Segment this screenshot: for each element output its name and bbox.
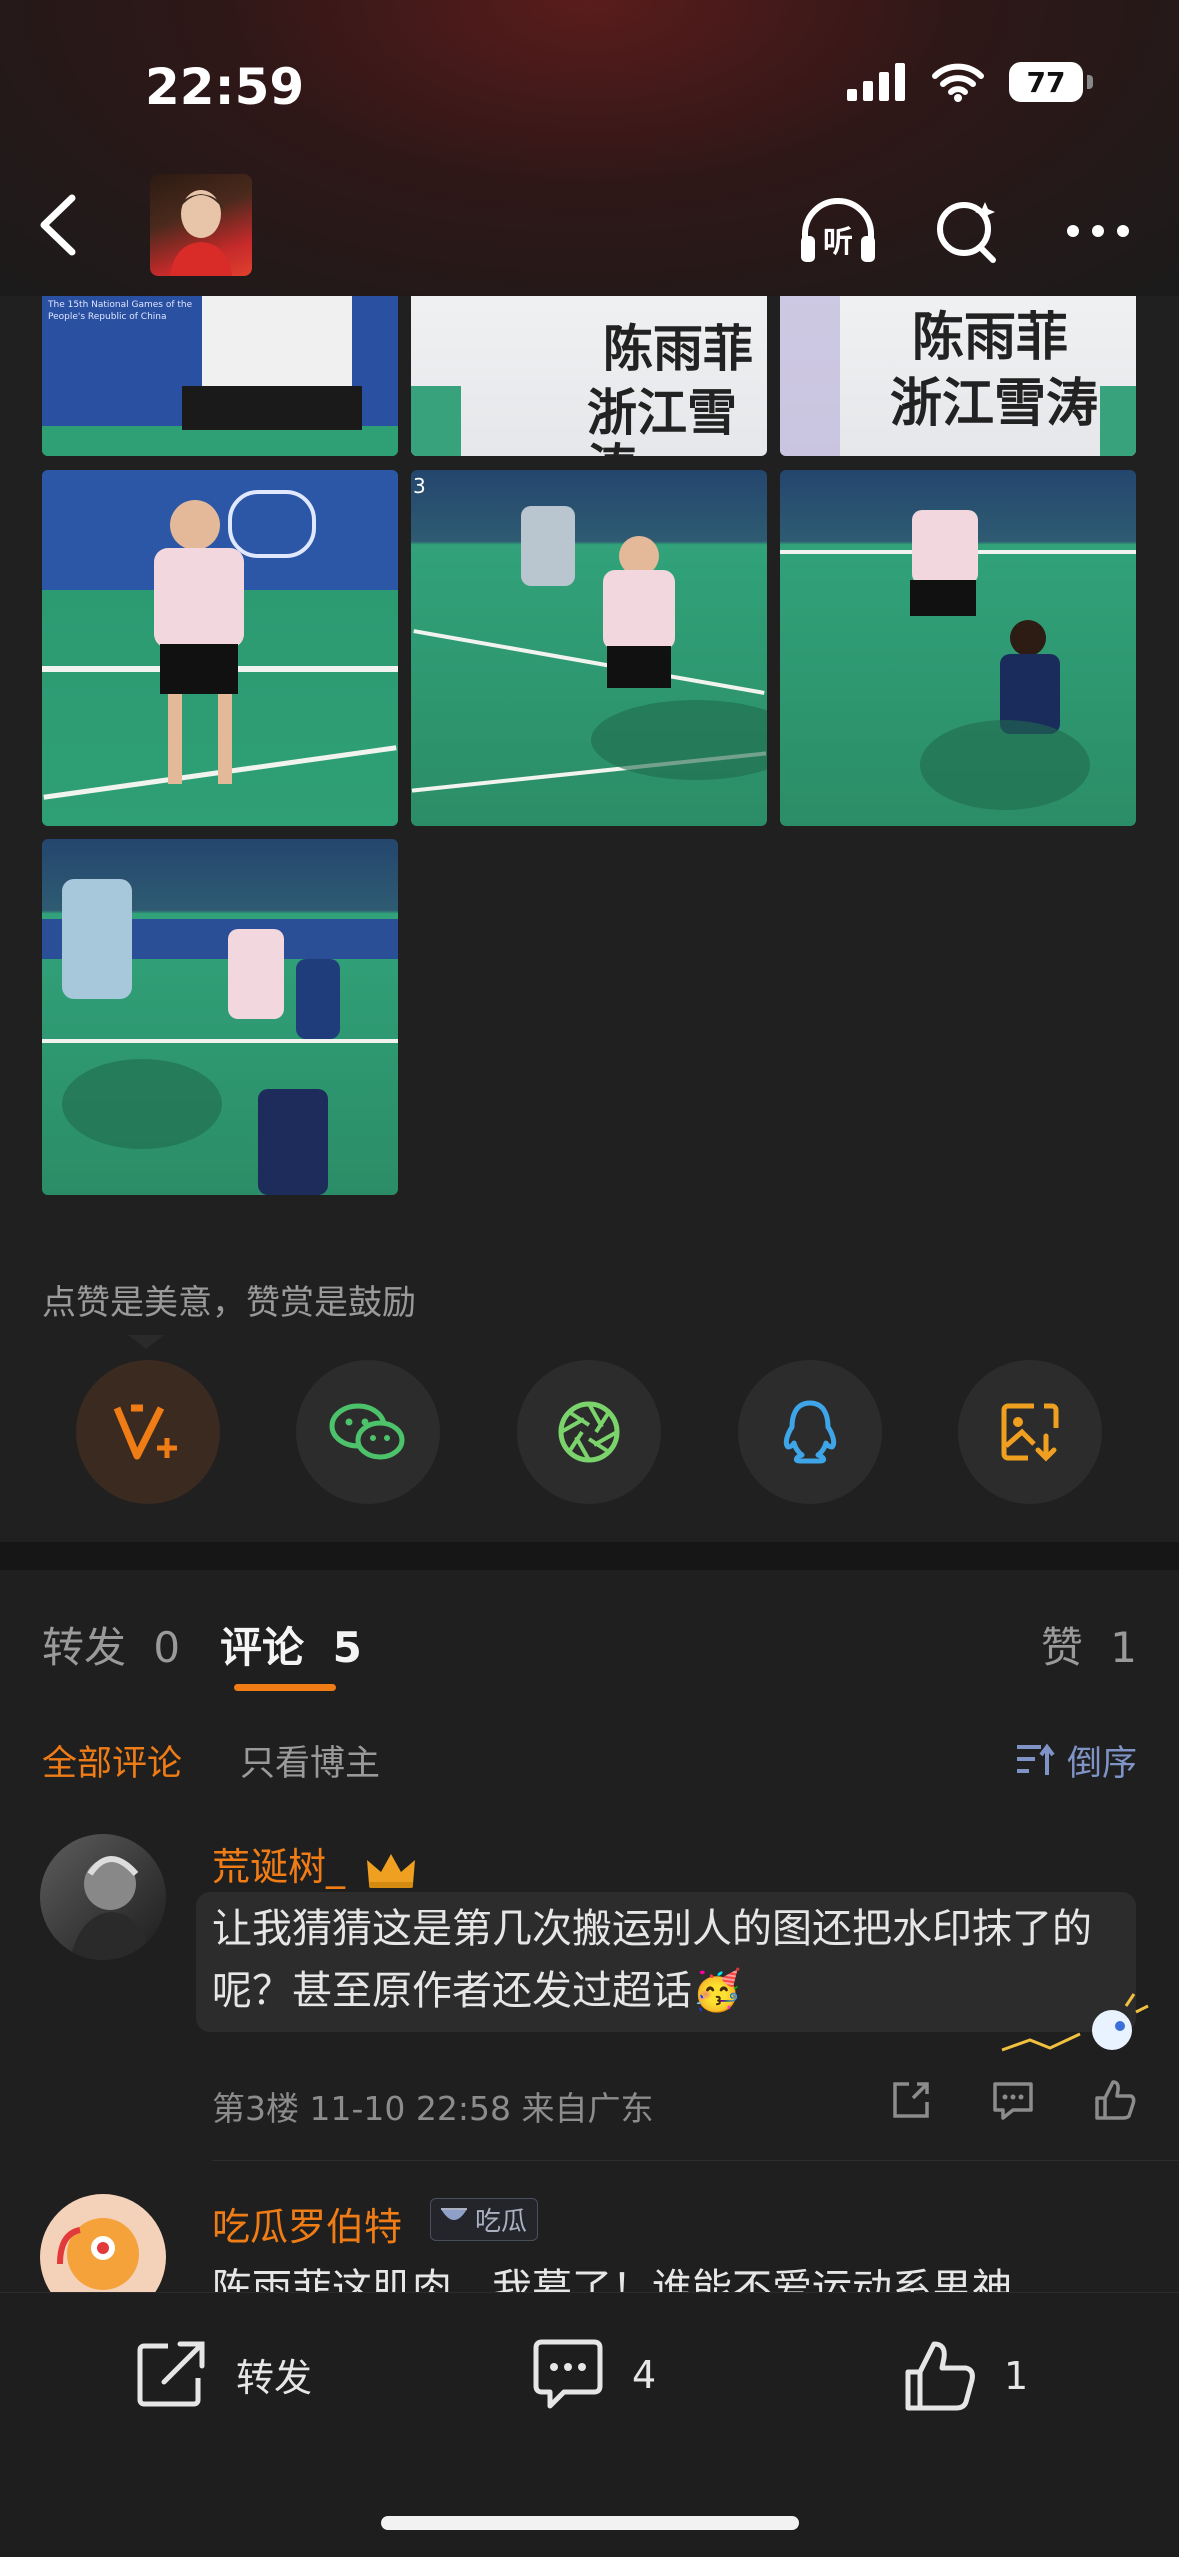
games-banner-text: The 15th National Games of the People's …: [48, 300, 193, 322]
header-actions: 听: [797, 190, 1139, 272]
listen-button[interactable]: 听: [797, 190, 879, 272]
tab-repost[interactable]: 转发 0: [42, 1614, 180, 1675]
save-image-button[interactable]: [958, 1360, 1102, 1504]
tab-comments-count: 5: [332, 1623, 362, 1672]
watermelon-icon: [441, 2208, 467, 2220]
tab-likes-label: 赞: [1040, 1623, 1083, 1672]
status-time: 22:59: [145, 58, 305, 116]
mascot-sticker-icon: [1001, 1993, 1149, 2052]
bottom-repost-label: 转发: [236, 2355, 313, 2400]
commenter-name[interactable]: 吃瓜罗伯特: [212, 2196, 402, 2251]
status-icons: 77: [847, 62, 1093, 102]
court-number: 3: [413, 474, 426, 498]
photo-7[interactable]: [42, 839, 398, 1195]
wechat-icon: [329, 1403, 405, 1460]
back-button[interactable]: [28, 190, 88, 260]
share-row: [0, 1360, 1179, 1504]
commenter-avatar[interactable]: [40, 2194, 166, 2292]
commenter-avatar-image: [70, 1856, 150, 1960]
comment-item: 荒诞树_ 让我猜猜这是第几次搬运别人的图还把水印抹了的呢？甚至原作者还发过超话🥳…: [0, 1830, 1179, 2160]
commenter-name[interactable]: 荒诞树_: [212, 1836, 419, 1891]
home-indicator: [381, 2516, 799, 2530]
share-comment-icon[interactable]: [889, 2078, 933, 2122]
section-separator: [0, 1542, 1179, 1570]
comment-actions: [889, 2078, 1137, 2122]
comment-meta: 第3楼 11-10 22:58 来自广东: [212, 2089, 654, 2128]
commenter-name-text: 荒诞树_: [212, 1845, 346, 1889]
tip-arrow: [128, 1335, 164, 1349]
tab-likes[interactable]: 赞 1: [1041, 1614, 1137, 1675]
reward-v-icon: [113, 1404, 177, 1460]
headphones-listen-icon: 听: [801, 198, 875, 262]
like-icon: [905, 2341, 975, 2411]
like-comment-icon[interactable]: [1093, 2078, 1137, 2122]
header: 22:59 77 听: [0, 0, 1179, 300]
repost-icon: [137, 2341, 205, 2407]
shirt-text-name-2: 陈雨菲: [912, 308, 1069, 368]
tab-repost-count: 0: [153, 1623, 181, 1672]
photo-6[interactable]: [780, 470, 1136, 826]
bottom-like-button[interactable]: 1: [902, 2338, 1028, 2414]
save-image-icon: [1001, 1403, 1059, 1462]
listen-icon-label: 听: [823, 225, 853, 260]
tab-repost-label: 转发: [42, 1623, 127, 1672]
moments-icon: [558, 1401, 620, 1463]
sort-label: 倒序: [1066, 1744, 1137, 1784]
signal-icon: [847, 63, 905, 101]
wifi-icon: [932, 63, 984, 102]
comment-icon: [533, 2339, 603, 2409]
commenter-avatar[interactable]: [40, 1834, 166, 1960]
share-wechat-button[interactable]: [296, 1360, 440, 1504]
sort-icon: [1016, 1743, 1055, 1775]
photo-4[interactable]: [42, 470, 398, 826]
share-qq-button[interactable]: [738, 1360, 882, 1504]
reward-button[interactable]: [76, 1360, 220, 1504]
battery-indicator: 77: [1009, 62, 1093, 102]
tab-comments[interactable]: 评论 5: [220, 1614, 362, 1675]
share-moments-button[interactable]: [517, 1360, 661, 1504]
shirt-text-team: 浙江雪涛: [587, 384, 737, 457]
interaction-tabs: 转发 0 评论 5 赞 1: [0, 1570, 1179, 1700]
praise-tip: 点赞是美意，赞赏是鼓励: [42, 1283, 416, 1323]
comment-text: 陈雨菲这肌肉，我慕了！谁能不爱运动系男神: [212, 2266, 1012, 2292]
shirt-text-name: 陈雨菲: [603, 320, 753, 378]
comment-text: 让我猜猜这是第几次搬运别人的图还把水印抹了的呢？甚至原作者还发过超话🥳: [212, 1906, 1092, 2014]
photo-5[interactable]: 3: [411, 470, 767, 826]
back-icon: [40, 194, 76, 256]
author-avatar[interactable]: [150, 174, 252, 276]
post-content: The 15th National Games of the People's …: [0, 296, 1179, 1542]
tab-likes-count: 1: [1110, 1623, 1137, 1672]
comment-divider: [212, 2160, 1179, 2161]
bottom-comment-button[interactable]: 4: [530, 2338, 656, 2412]
bottom-repost-button[interactable]: 转发: [134, 2338, 312, 2410]
photo-3[interactable]: 陈雨菲 浙江雪涛: [780, 296, 1136, 456]
more-icon: [1067, 225, 1129, 237]
shirt-text-team-2: 浙江雪涛: [890, 374, 1099, 434]
photo-2[interactable]: 陈雨菲 浙江雪涛: [411, 296, 767, 456]
author-avatar-image: [170, 190, 232, 276]
filter-blogger-only[interactable]: 只看博主: [240, 1735, 380, 1786]
qq-icon: [783, 1400, 837, 1464]
active-tab-indicator: [234, 1684, 336, 1691]
commenter-badge-label: 吃瓜: [475, 2207, 528, 2237]
bottom-like-count: 1: [1004, 2354, 1029, 2398]
search-button[interactable]: [927, 190, 1009, 272]
commenter-badge: 吃瓜: [430, 2198, 539, 2241]
photo-1[interactable]: The 15th National Games of the People's …: [42, 296, 398, 456]
more-button[interactable]: [1057, 190, 1139, 272]
crown-badge-icon: [367, 1853, 416, 1888]
search-icon: [937, 202, 996, 263]
reply-comment-icon[interactable]: [991, 2078, 1035, 2122]
bottom-comment-count: 4: [632, 2353, 657, 2397]
sort-button[interactable]: 倒序: [1015, 1735, 1137, 1786]
commenter-avatar-image: [57, 2218, 139, 2290]
filter-all-comments[interactable]: 全部评论: [42, 1735, 182, 1786]
tab-comments-label: 评论: [220, 1623, 305, 1672]
comment-item: 吃瓜罗伯特 吃瓜 陈雨菲这肌肉，我慕了！谁能不爱运动系男神: [0, 2190, 1179, 2292]
